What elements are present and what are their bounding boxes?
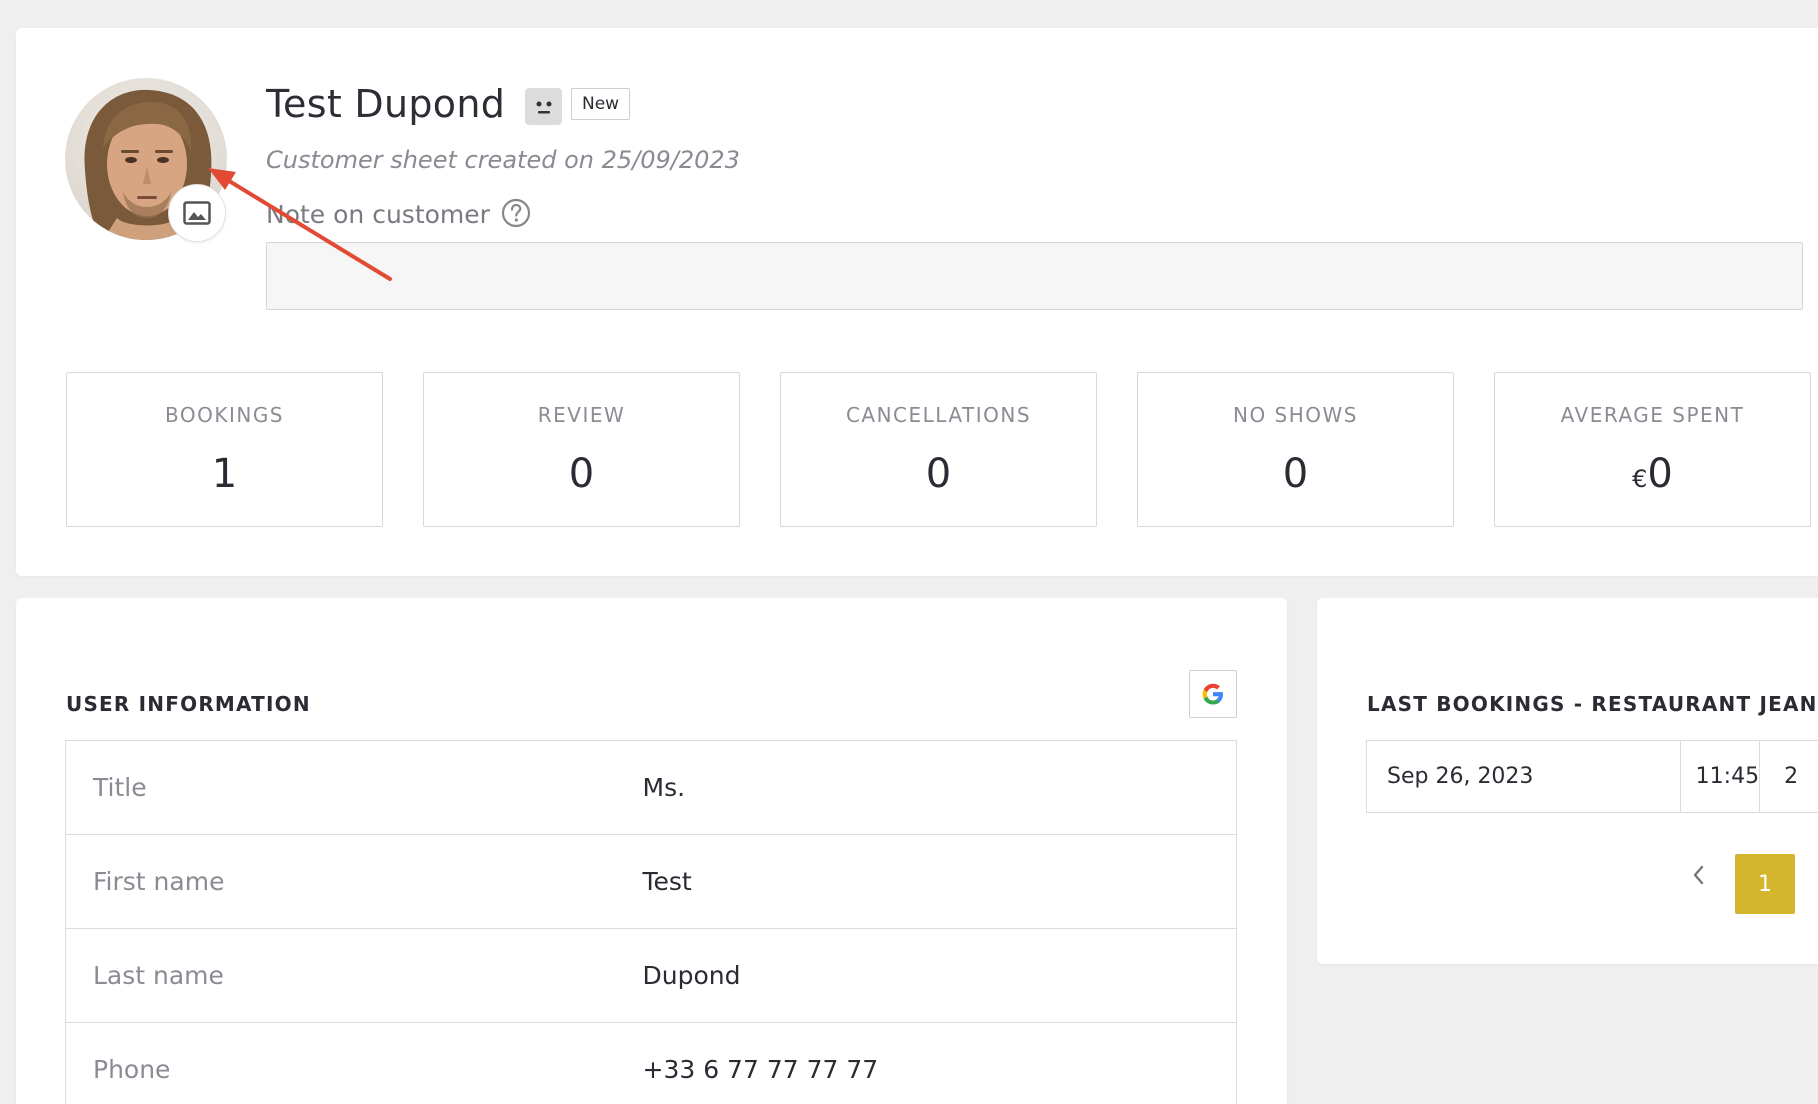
neutral-face-icon[interactable] bbox=[525, 88, 562, 125]
status-badge: New bbox=[571, 88, 631, 120]
stat-review: REVIEW 0 bbox=[423, 372, 740, 527]
note-label: Note on customer bbox=[266, 200, 490, 229]
pagination-prev-button[interactable] bbox=[1683, 860, 1713, 890]
table-row: Last name Dupond bbox=[65, 928, 1237, 1023]
stat-label: CANCELLATIONS bbox=[845, 403, 1032, 427]
currency-symbol: € bbox=[1632, 465, 1648, 493]
booking-date: Sep 26, 2023 bbox=[1366, 740, 1681, 813]
stat-label: AVERAGE SPENT bbox=[1560, 403, 1745, 427]
stat-value: 1 bbox=[211, 451, 238, 497]
stat-cancellations: CANCELLATIONS 0 bbox=[780, 372, 1097, 527]
user-information-card: USER INFORMATION Title Ms. First name Te… bbox=[16, 598, 1287, 1104]
question-circle-icon[interactable] bbox=[501, 198, 531, 228]
stat-value: 0 bbox=[568, 451, 595, 497]
booking-time: 11:45 bbox=[1679, 740, 1761, 813]
customer-created-date: Customer sheet created on 25/09/2023 bbox=[266, 146, 740, 174]
last-bookings-table: Sep 26, 2023 11:45 2 bbox=[1366, 740, 1818, 813]
customer-header-card: Test Dupond New Customer sheet created o… bbox=[16, 28, 1818, 576]
field-value[interactable]: Test bbox=[642, 834, 1237, 929]
google-button[interactable] bbox=[1189, 670, 1237, 718]
note-input[interactable] bbox=[266, 242, 1803, 310]
field-label: Title bbox=[65, 740, 643, 835]
field-label: Phone bbox=[65, 1022, 643, 1104]
last-bookings-card: LAST BOOKINGS - RESTAURANT JEANNE Sep 26… bbox=[1317, 598, 1818, 964]
stat-label: NO SHOWS bbox=[1232, 403, 1358, 427]
stat-average-spent: AVERAGE SPENT €0 bbox=[1494, 372, 1811, 527]
stat-value: 0 bbox=[925, 451, 952, 497]
average-spent-value: 0 bbox=[1647, 451, 1673, 497]
user-information-table: Title Ms. First name Test Last name Dupo… bbox=[65, 740, 1237, 1104]
stat-value: €0 bbox=[1495, 451, 1810, 497]
pagination-page-button[interactable]: 1 bbox=[1735, 854, 1795, 914]
stat-no-shows: NO SHOWS 0 bbox=[1137, 372, 1454, 527]
stat-label: REVIEW bbox=[537, 403, 626, 427]
image-icon bbox=[183, 201, 211, 225]
change-avatar-button[interactable] bbox=[168, 184, 226, 242]
user-information-title: USER INFORMATION bbox=[66, 692, 311, 716]
stat-value: 0 bbox=[1282, 451, 1309, 497]
table-row: First name Test bbox=[65, 834, 1237, 929]
stat-label: BOOKINGS bbox=[164, 403, 285, 427]
last-bookings-title: LAST BOOKINGS - RESTAURANT JEANNE bbox=[1367, 692, 1818, 716]
field-label: Last name bbox=[65, 928, 643, 1023]
field-value[interactable]: Ms. bbox=[642, 740, 1237, 835]
booking-guests: 2 bbox=[1759, 740, 1818, 813]
customer-name: Test Dupond bbox=[266, 82, 506, 126]
field-label: First name bbox=[65, 834, 643, 929]
chevron-left-icon bbox=[1693, 865, 1704, 885]
table-row: Phone +33 6 77 77 77 77 bbox=[65, 1022, 1237, 1104]
stat-bookings: BOOKINGS 1 bbox=[66, 372, 383, 527]
google-g-icon bbox=[1202, 683, 1223, 705]
table-row: Title Ms. bbox=[65, 740, 1237, 835]
table-row[interactable]: Sep 26, 2023 11:45 2 bbox=[1366, 740, 1818, 813]
field-value[interactable]: +33 6 77 77 77 77 bbox=[642, 1022, 1237, 1104]
field-value[interactable]: Dupond bbox=[642, 928, 1237, 1023]
